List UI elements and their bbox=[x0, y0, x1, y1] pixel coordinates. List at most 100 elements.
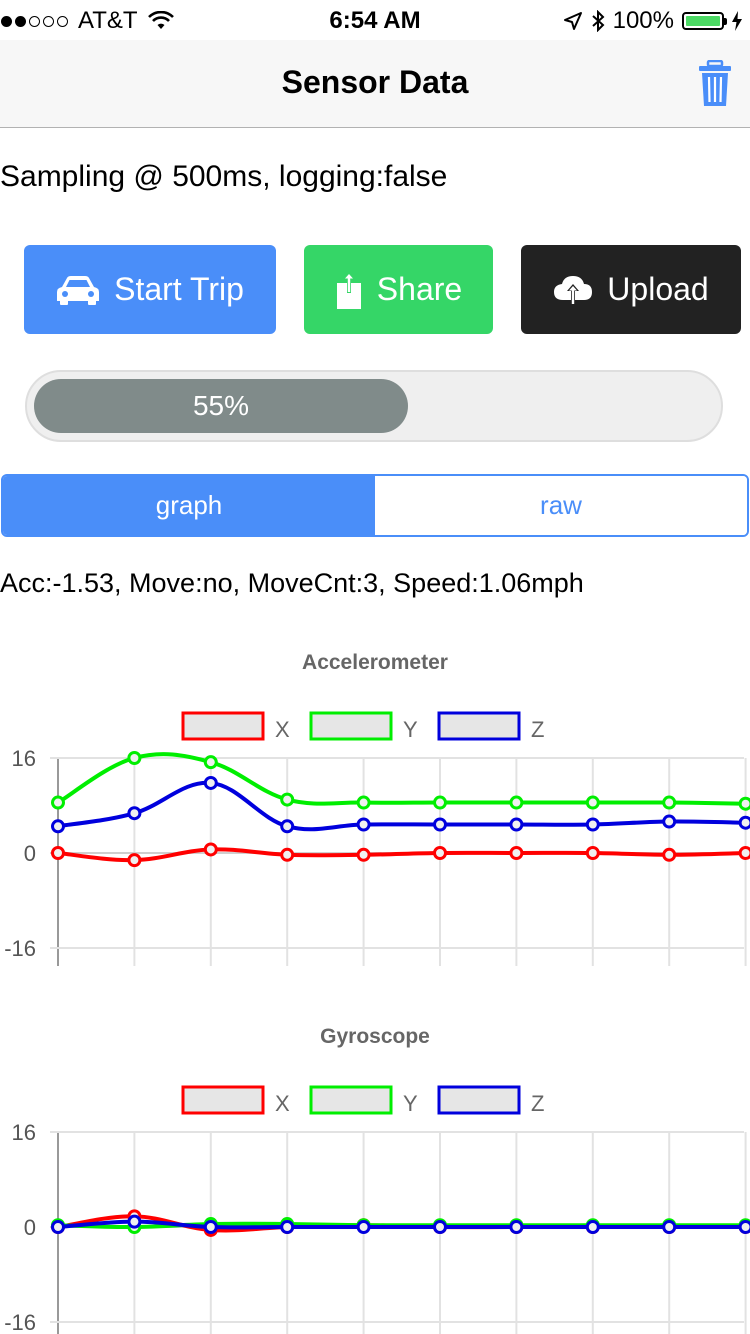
data-point-x bbox=[585, 846, 600, 860]
series-line-y bbox=[56, 752, 746, 806]
progress-label: 55% bbox=[192, 390, 250, 421]
series-line-x bbox=[57, 847, 746, 863]
legend-label: Y bbox=[403, 1091, 418, 1116]
data-point-z bbox=[509, 1220, 524, 1234]
page-title: Sensor Data bbox=[281, 64, 469, 100]
y-tick-label: 16 bbox=[12, 746, 36, 771]
data-point-z bbox=[356, 1220, 371, 1234]
data-point-x bbox=[280, 847, 295, 862]
view-toggle: graph raw bbox=[1, 474, 749, 537]
series-line-z bbox=[57, 780, 746, 832]
legend-item-y[interactable]: Y bbox=[309, 1085, 418, 1116]
gyroscope-chart: Gyroscope X Y Z 16 0 -16 bbox=[4, 1025, 750, 1334]
upload-label: Upload bbox=[607, 271, 709, 307]
data-point-x bbox=[51, 846, 65, 860]
share-button[interactable]: Share bbox=[304, 245, 493, 334]
accelerometer-chart: Accelerometer X Y Z 16 0 -16 bbox=[4, 651, 750, 966]
bluetooth-icon bbox=[591, 10, 605, 32]
legend-item-y[interactable]: Y bbox=[309, 711, 418, 742]
data-point-z bbox=[585, 1220, 600, 1234]
data-point-y bbox=[280, 792, 295, 807]
car-icon bbox=[57, 275, 100, 305]
share-icon bbox=[336, 271, 361, 309]
data-point-z bbox=[280, 1220, 295, 1234]
data-point-z bbox=[127, 806, 142, 821]
chart-title: Gyroscope bbox=[320, 1025, 430, 1048]
data-point-z bbox=[662, 1220, 677, 1234]
data-point-z bbox=[585, 817, 600, 832]
battery-percent: 100% bbox=[612, 7, 674, 34]
data-point-z bbox=[433, 817, 447, 832]
legend-swatch bbox=[309, 711, 393, 741]
tab-graph[interactable]: graph bbox=[3, 476, 375, 535]
progress-fill: 55% bbox=[34, 379, 408, 433]
data-point-y bbox=[127, 751, 142, 765]
legend-swatch bbox=[437, 1085, 521, 1115]
navigation-bar: Sensor Data bbox=[0, 40, 750, 128]
data-point-x bbox=[738, 846, 750, 860]
chart-title: Accelerometer bbox=[302, 651, 448, 674]
data-point-y bbox=[203, 755, 218, 770]
legend-label: Y bbox=[403, 717, 418, 742]
data-point-z bbox=[203, 1220, 218, 1234]
status-bar: AT&T 6:54 AM 100% bbox=[0, 0, 750, 40]
charging-bolt-icon bbox=[732, 11, 742, 31]
data-point-z bbox=[509, 817, 524, 832]
sampling-status: Sampling @ 500ms, logging:false bbox=[0, 160, 448, 193]
data-point-x bbox=[203, 842, 218, 857]
trash-icon[interactable] bbox=[698, 60, 732, 108]
data-point-z bbox=[127, 1214, 142, 1229]
legend-label: Z bbox=[531, 1091, 544, 1116]
location-arrow-icon bbox=[563, 12, 582, 30]
legend-swatch bbox=[181, 1085, 265, 1115]
status-right: 100% bbox=[563, 7, 742, 35]
chart-grid bbox=[50, 1131, 747, 1334]
data-point-z bbox=[433, 1220, 447, 1234]
data-point-z bbox=[51, 1220, 65, 1234]
legend-item-x[interactable]: X bbox=[181, 1085, 290, 1116]
share-label: Share bbox=[376, 271, 463, 307]
data-point-y bbox=[51, 795, 65, 810]
tab-raw[interactable]: raw bbox=[375, 476, 747, 535]
data-point-x bbox=[509, 846, 524, 860]
data-point-z bbox=[738, 1220, 750, 1234]
data-point-z bbox=[738, 815, 750, 830]
y-tick-label: -16 bbox=[4, 1310, 36, 1334]
legend-swatch bbox=[437, 711, 521, 741]
data-point-z bbox=[203, 775, 218, 790]
chart-grid bbox=[50, 757, 747, 966]
start-trip-label: Start Trip bbox=[114, 271, 244, 307]
data-point-y bbox=[433, 795, 447, 810]
data-point-x bbox=[127, 853, 142, 868]
battery-icon bbox=[682, 12, 727, 30]
cloud-upload-icon bbox=[554, 275, 593, 304]
y-tick-label: 16 bbox=[12, 1120, 36, 1145]
legend-label: X bbox=[275, 717, 290, 742]
legend-item-x[interactable]: X bbox=[181, 711, 290, 742]
y-tick-label: -16 bbox=[4, 936, 36, 961]
y-tick-label: 0 bbox=[24, 1215, 36, 1240]
data-point-z bbox=[356, 817, 371, 832]
legend-label: Z bbox=[531, 717, 544, 742]
data-point-z bbox=[662, 814, 677, 829]
data-point-x bbox=[662, 847, 677, 862]
data-point-z bbox=[51, 819, 65, 834]
legend-item-z[interactable]: Z bbox=[437, 1085, 544, 1116]
data-point-x bbox=[356, 847, 371, 862]
legend-item-z[interactable]: Z bbox=[437, 711, 544, 742]
sensor-readout: Acc:-1.53, Move:no, MoveCnt:3, Speed:1.0… bbox=[0, 568, 584, 598]
legend-swatch bbox=[181, 711, 265, 741]
progress-bar: 55% bbox=[25, 370, 723, 442]
upload-button[interactable]: Upload bbox=[521, 245, 741, 334]
data-point-x bbox=[433, 846, 447, 860]
data-point-y bbox=[738, 796, 750, 811]
data-point-z bbox=[280, 819, 295, 834]
data-point-y bbox=[356, 795, 371, 810]
y-tick-label: 0 bbox=[24, 841, 36, 866]
data-point-y bbox=[662, 795, 677, 810]
data-point-y bbox=[585, 795, 600, 810]
legend-label: X bbox=[275, 1091, 290, 1116]
legend-swatch bbox=[309, 1085, 393, 1115]
data-point-y bbox=[509, 795, 524, 810]
start-trip-button[interactable]: Start Trip bbox=[24, 245, 276, 334]
